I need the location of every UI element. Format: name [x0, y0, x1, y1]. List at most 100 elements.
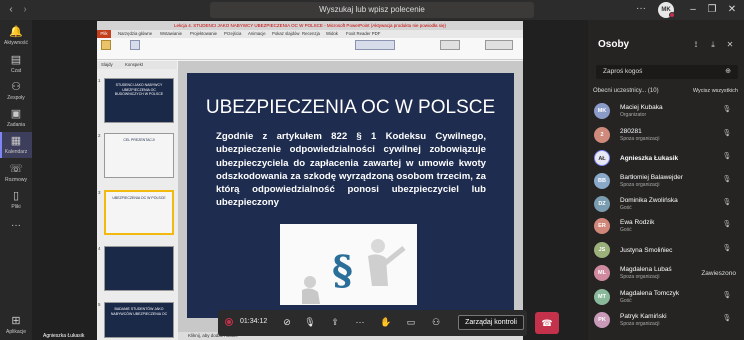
call-timer: 01:34:12 [240, 318, 268, 325]
participant-row[interactable]: AŁ Agnieszka Łukasik 🎙 [594, 148, 740, 170]
share-screen-icon[interactable]: ⇪ [326, 315, 344, 329]
avatar: 2 [594, 127, 610, 143]
rail-label: Zespoły [7, 95, 25, 101]
avatar: JS [594, 242, 610, 258]
participant-row[interactable]: ER Ewa Rodzik Gość 🎙 [594, 216, 740, 238]
download-icon[interactable]: ⤓ [707, 39, 719, 51]
svg-text:§: § [332, 247, 353, 294]
avatar: DZ [594, 196, 610, 212]
minimize-icon[interactable]: – [686, 3, 700, 17]
status-busy-icon [669, 12, 675, 18]
ppt-tab: Narzędzia główne [118, 31, 153, 36]
mic-muted-icon: 🎙 [722, 153, 732, 160]
tab-slides: Slajdy [101, 62, 113, 67]
mute-all-button[interactable]: Wycisz wszystkich [686, 86, 738, 96]
participant-role: Spoza organizacji [620, 182, 660, 188]
thumb-title: BADANIE STUDENTÓW JAKO NABYWCÓW UBEZPIEC… [110, 307, 168, 316]
tab-outline: Konspekt [125, 62, 143, 67]
slide-title: UBEZPIECZENIA OC W POLSCE [205, 97, 496, 118]
people-title: Osoby [598, 39, 630, 50]
participant-role: Gość [620, 205, 632, 211]
participant-name: Justyna Smolińiec [620, 247, 673, 254]
bell-icon: 🔔 [9, 26, 23, 38]
new-slide-icon [130, 40, 140, 50]
invite-input[interactable]: Zaproś kogoś [596, 65, 738, 79]
participant-name: Patryk Kamiński [620, 313, 667, 320]
participant-row[interactable]: 2 280281 Spoza organizacji 🎙 [594, 125, 740, 147]
thumb-title: UBEZPIECZENIA OC W POLSCE [112, 196, 166, 200]
participant-row[interactable]: PK Patryk Kamiński Spoza organizacji 🎙 [594, 310, 740, 332]
hang-up-button[interactable]: ☎ [535, 312, 559, 334]
chat-icon: ▤ [10, 54, 22, 66]
close-icon[interactable]: ✕ [725, 3, 739, 17]
maximize-icon[interactable]: ❐ [705, 3, 719, 17]
ppt-tab: Foxit Reader PDF [346, 31, 381, 36]
slide-body-text: Zgodnie z artykułem 822 § 1 Kodeksu Cywi… [216, 131, 486, 209]
rail-label: Aktywność [4, 40, 28, 46]
avatar: BB [594, 173, 610, 189]
calendar-icon: ▦ [10, 135, 22, 147]
files-icon: ▯ [12, 190, 20, 202]
more-actions-icon[interactable]: ··· [351, 315, 369, 329]
mic-muted-icon: 🎙 [722, 245, 732, 252]
raise-hand-icon[interactable]: ✋ [377, 315, 395, 329]
ppt-tab: Recenzja [302, 31, 320, 36]
participant-row[interactable]: JS Justyna Smolińiec 🎙 [594, 240, 740, 262]
avatar: MK [594, 103, 610, 119]
paste-icon [101, 40, 111, 50]
camera-off-icon[interactable]: ⊘ [278, 315, 296, 329]
rail-item-more[interactable]: ··· [0, 216, 32, 236]
close-panel-icon[interactable]: ✕ [724, 39, 736, 51]
presenter-name: Agnieszka Łukasik [43, 333, 85, 339]
participant-row[interactable]: MT Magdalena Tomczyk Gość 🎙 [594, 287, 740, 309]
participant-role: Spoza organizacji [620, 321, 660, 327]
drawing-shapes-icon [355, 40, 395, 50]
slide-thumbnail-selected: UBEZPIECZENIA OC W POLSCE [104, 190, 174, 235]
participant-role: Gość [620, 227, 632, 233]
avatar: MT [594, 289, 610, 305]
participant-row[interactable]: ML Magdalena Lubaś Spoza organizacji Zawies… [594, 263, 740, 285]
apps-icon: ⊞ [11, 315, 21, 327]
participant-name: 280281 [620, 128, 642, 135]
rail-label: Czat [10, 68, 22, 74]
share-invite-icon[interactable]: ⊕ [722, 67, 734, 77]
attendees-section-header[interactable]: Obecni uczestnicy... (10) [593, 86, 685, 96]
chat-icon[interactable]: ▭ [402, 315, 420, 329]
participant-role: Organizator [620, 112, 647, 118]
participant-row[interactable]: DZ Dominika Zwolińska Gość 🎙 [594, 194, 740, 216]
ppt-tab: Pokaz slajdów [272, 31, 300, 36]
slide-thumbnail: STUDENCI JAKO NABYWCY UBEZPIECZENIA OC B… [104, 78, 174, 123]
ppt-title-bar: Lekcja 4. STUDENCI JAKO NABYWCY UBEZPIEC… [97, 21, 523, 30]
ppt-tab: Projektowanie [190, 31, 217, 36]
avatar: PK [594, 312, 610, 328]
forward-arrow-icon[interactable]: › [18, 4, 32, 16]
ppt-tab: Widok [326, 31, 338, 36]
slide-thumbnail [104, 246, 174, 291]
participant-role: Gość [620, 298, 632, 304]
participants-icon[interactable]: ⚇ [427, 315, 445, 329]
mic-muted-icon: 🎙 [722, 315, 732, 322]
search-input[interactable]: Wyszukaj lub wpisz polecenie [210, 2, 534, 18]
find-replace-icon [485, 40, 513, 50]
ppt-tab: Przejścia [224, 31, 242, 36]
participant-name: Maciej Kubaka [620, 104, 663, 111]
participant-row[interactable]: BB Bartłomiej Balawejder Spoza organizacji… [594, 171, 740, 193]
pin-icon[interactable]: ⟟ [690, 39, 702, 51]
manage-control-button[interactable]: Zarządaj kontroli [458, 315, 524, 330]
rail-label: Zadania [6, 122, 26, 128]
rail-item-apps[interactable]: ⊞ Aplikacje [0, 313, 32, 339]
participant-row[interactable]: MK Maciej Kubaka Organizator 🎙 [594, 101, 740, 123]
teams-icon: ⚇ [11, 81, 21, 93]
rail-label: Kalendarz [4, 149, 28, 155]
more-icon: ··· [11, 220, 21, 231]
mic-off-icon[interactable]: 🎙 [301, 315, 319, 329]
rail-label: Rozmowy [5, 177, 27, 183]
slide-thumbnail: BADANIE STUDENTÓW JAKO NABYWCÓW UBEZPIEC… [104, 302, 174, 338]
recording-dot [227, 320, 231, 324]
mic-muted-icon: 🎙 [722, 130, 732, 137]
more-options-icon[interactable]: ··· [634, 3, 648, 17]
participant-name: Bartłomiej Balawejder [620, 174, 683, 181]
rail-label: Pliki [11, 204, 21, 210]
participant-role: Spoza organizacji [620, 136, 660, 142]
back-arrow-icon[interactable]: ‹ [4, 4, 18, 16]
